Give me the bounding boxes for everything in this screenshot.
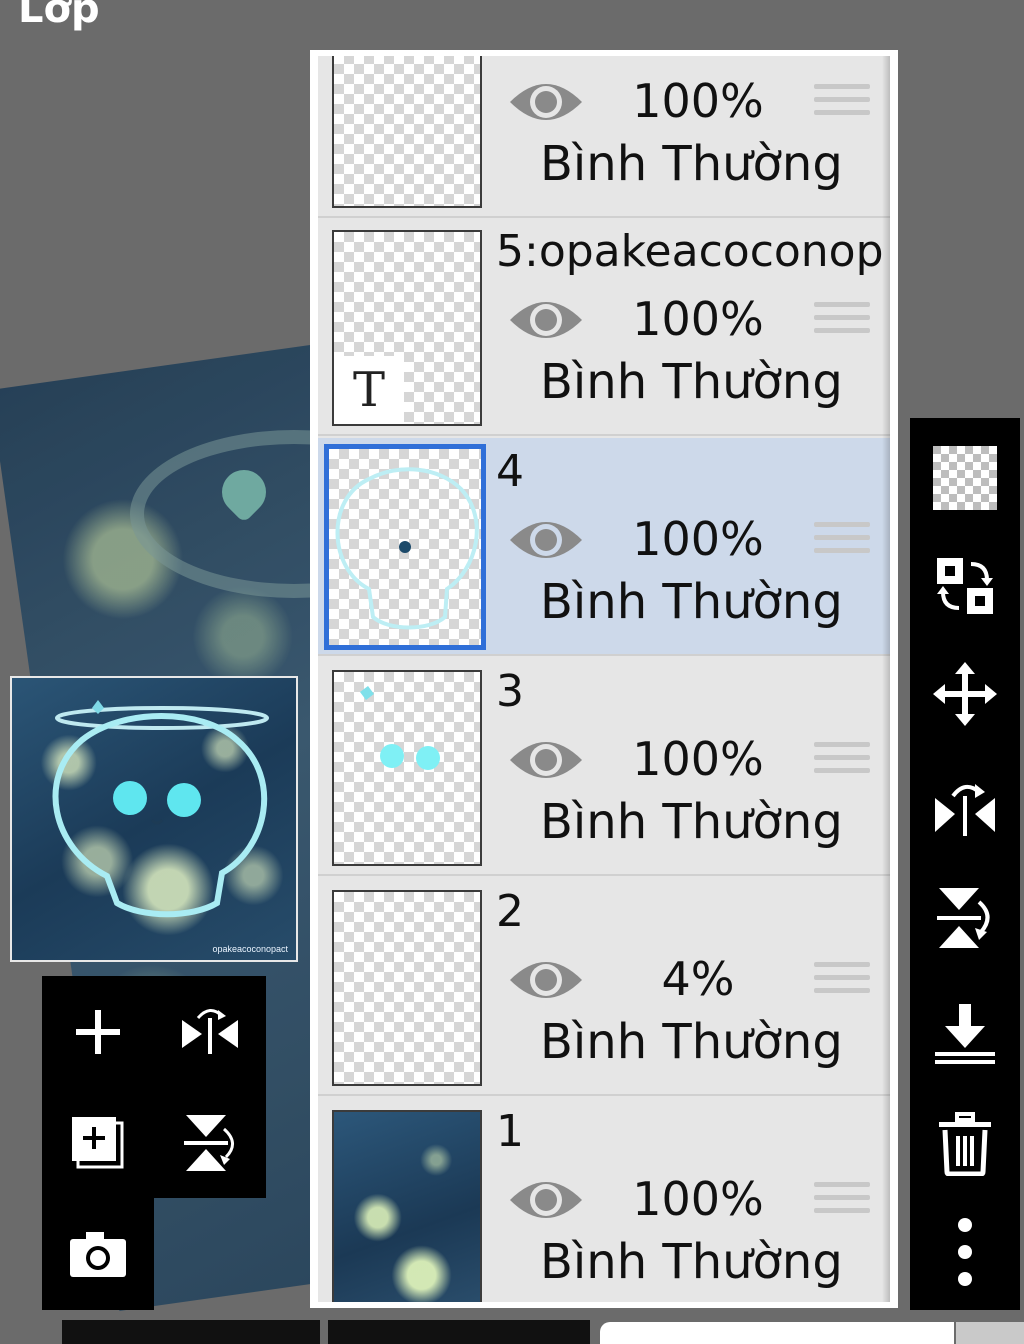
layer-thumbnail (332, 56, 482, 208)
move-button[interactable] (910, 644, 1020, 744)
eye-icon[interactable] (508, 956, 584, 1004)
blend-mode[interactable]: Bình Thường (540, 794, 843, 850)
layer-opacity[interactable]: 4% (618, 952, 778, 1006)
flip-vertical-layer-button[interactable] (910, 868, 1020, 968)
eye-icon[interactable] (508, 296, 584, 344)
swap-button[interactable] (910, 536, 1020, 636)
layer-row[interactable]: 2 4% Bình Thường (318, 878, 890, 1096)
camera-icon (70, 1231, 126, 1277)
layer-thumbnail (332, 890, 482, 1086)
eye-icon[interactable] (508, 516, 584, 564)
more-icon (958, 1218, 972, 1286)
flip-vertical-icon (184, 1114, 234, 1171)
trash-icon (939, 1112, 991, 1176)
layer-name: 5:opakeacoconop (496, 226, 884, 277)
transparency-icon (933, 446, 997, 510)
drag-handle-icon[interactable] (814, 522, 870, 556)
layer-row[interactable]: 1 100% Bình Thường (318, 1098, 890, 1302)
eye-icon[interactable] (508, 78, 584, 126)
layer-opacity[interactable]: 100% (618, 292, 778, 346)
eye-icon[interactable] (508, 1176, 584, 1224)
layer-thumbnail: T (332, 230, 482, 426)
layer-name: 3 (496, 666, 524, 717)
flip-vertical-button[interactable] (154, 1087, 266, 1198)
flip-horizontal-icon (935, 784, 995, 836)
page-title: Lớp (18, 0, 100, 32)
layer-name: 4 (496, 446, 524, 497)
mushroom-outline-thumbnail (335, 467, 479, 630)
merge-down-button[interactable] (910, 984, 1020, 1084)
layer-thumbnail (324, 444, 486, 650)
blend-mode[interactable]: Bình Thường (540, 1014, 843, 1070)
layer-name: 1 (496, 1106, 524, 1157)
layer-row[interactable]: T 5:opakeacoconop 100% Bình Thường (318, 218, 890, 436)
move-icon (933, 662, 997, 726)
preview-watermark: opakeacoconopact (212, 944, 288, 954)
left-toolbar (42, 976, 266, 1198)
bottom-button-left[interactable] (62, 1320, 320, 1344)
plus-icon (76, 1009, 120, 1054)
add-layer-button[interactable] (42, 976, 154, 1087)
flip-vertical-icon (937, 888, 990, 948)
swap-icon (937, 558, 993, 614)
drag-handle-icon[interactable] (814, 1182, 870, 1216)
add-layer-copy-button[interactable] (42, 1087, 154, 1198)
eye-icon[interactable] (508, 736, 584, 784)
right-toolbar (910, 418, 1020, 1310)
flip-horizontal-layer-button[interactable] (910, 758, 1020, 858)
blend-mode[interactable]: Bình Thường (540, 1234, 843, 1290)
blend-mode[interactable]: Bình Thường (540, 354, 843, 410)
canvas-preview[interactable]: opakeacoconopact (10, 676, 298, 962)
layer-row[interactable]: 100% Bình Thường (318, 56, 890, 218)
left-toolbar-bottom (42, 1198, 154, 1310)
more-options-button[interactable] (910, 1202, 1020, 1302)
drag-handle-icon[interactable] (814, 302, 870, 336)
preview-mushroom-drawing (52, 700, 269, 918)
blend-mode[interactable]: Bình Thường (540, 574, 843, 630)
text-layer-badge: T (334, 356, 404, 424)
add-layer-copy-icon (72, 1116, 124, 1168)
layer-opacity[interactable]: 100% (618, 512, 778, 566)
import-photo-button[interactable] (42, 1198, 154, 1309)
merge-down-icon (935, 1004, 995, 1064)
layer-opacity[interactable]: 100% (618, 74, 778, 128)
delete-layer-button[interactable] (910, 1094, 1020, 1194)
drag-handle-icon[interactable] (814, 742, 870, 776)
blend-mode[interactable]: Bình Thường (540, 136, 843, 192)
layer-name: 2 (496, 886, 524, 937)
layer-thumbnail (332, 1110, 482, 1302)
bottom-bar-end[interactable] (956, 1322, 1024, 1344)
bottom-button-middle[interactable] (328, 1320, 590, 1344)
drag-handle-icon[interactable] (814, 84, 870, 118)
layer-row-selected[interactable]: 4 100% Bình Thường (318, 438, 890, 656)
layer-list: 100% Bình Thường T 5:opakeacoconop 100% … (318, 56, 890, 1302)
clear-layer-button[interactable] (910, 428, 1020, 528)
eyes-thumbnail (360, 686, 440, 770)
layer-row[interactable]: 3 100% Bình Thường (318, 658, 890, 876)
flip-horizontal-icon (182, 1008, 238, 1054)
drag-handle-icon[interactable] (814, 962, 870, 996)
bottom-bar-field[interactable] (600, 1322, 954, 1344)
layer-opacity[interactable]: 100% (618, 1172, 778, 1226)
layer-thumbnail (332, 670, 482, 866)
flip-horizontal-button[interactable] (154, 976, 266, 1087)
layer-panel: 100% Bình Thường T 5:opakeacoconop 100% … (310, 50, 898, 1308)
layer-opacity[interactable]: 100% (618, 732, 778, 786)
